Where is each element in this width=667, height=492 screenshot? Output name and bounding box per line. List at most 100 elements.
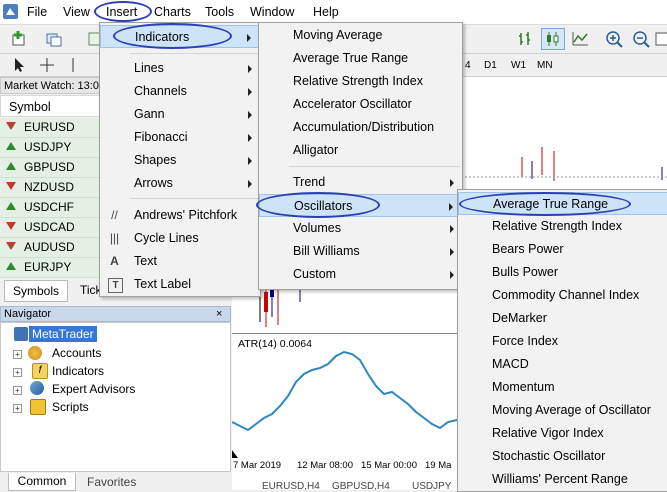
menu-item-oscillators[interactable]: Oscillators [259, 194, 462, 217]
tab-common[interactable]: Common [8, 473, 76, 491]
menu-separator [130, 53, 258, 54]
menu-item-cycle-lines[interactable]: ||| Cycle Lines [100, 227, 260, 250]
expand-icon[interactable]: + [13, 404, 22, 413]
vertical-line-icon[interactable] [62, 55, 84, 75]
tab-favorites[interactable]: Favorites [87, 475, 136, 489]
zoom-out-icon[interactable] [630, 29, 652, 49]
menu-item-gann[interactable]: Gann [100, 103, 260, 126]
menu-item-volumes[interactable]: Volumes [259, 217, 462, 240]
expand-icon[interactable]: + [13, 368, 22, 377]
menu-item-williams-percent-range[interactable]: Williams' Percent Range [458, 468, 667, 491]
menu-item-bears-power[interactable]: Bears Power [458, 238, 667, 261]
symbol-name: USDCAD [24, 220, 75, 234]
menu-item-cci[interactable]: Commodity Channel Index [458, 284, 667, 307]
timeframe-w1[interactable]: W1 [511, 60, 526, 71]
date-label: 7 Mar 2019 [233, 460, 282, 471]
menu-charts[interactable]: Charts [154, 5, 191, 19]
tree-item-indicators[interactable]: Indicators [52, 363, 104, 379]
expand-icon[interactable]: + [13, 350, 22, 359]
menu-item-andrews-pitchfork[interactable]: // Andrews' Pitchfork [100, 204, 260, 227]
zoom-in-icon[interactable] [603, 29, 625, 49]
close-icon[interactable]: × [216, 308, 222, 320]
submenu-arrow-icon [248, 134, 252, 142]
menu-item-lines[interactable]: Lines [100, 57, 260, 80]
menu-help[interactable]: Help [313, 5, 339, 19]
menu-insert[interactable]: Insert [106, 5, 137, 19]
symbol-name: EURUSD [24, 120, 75, 134]
market-watch-row[interactable]: USDCAD [0, 218, 100, 238]
menu-item-arrows[interactable]: Arrows [100, 172, 260, 195]
menu-item-rsi[interactable]: Relative Strength Index [458, 215, 667, 238]
tree-item-expert-advisors[interactable]: Expert Advisors [52, 381, 135, 397]
menu-item-label: Average True Range [493, 197, 609, 211]
crosshair-icon[interactable] [36, 55, 58, 75]
menu-view[interactable]: View [63, 5, 90, 19]
profiles-icon[interactable] [43, 29, 65, 49]
submenu-arrow-icon [450, 179, 454, 187]
menu-item-text[interactable]: A Text [100, 250, 260, 273]
market-watch-row[interactable]: EURJPY [0, 258, 100, 278]
chart-tab[interactable]: GBPUSD,H4 [332, 481, 390, 492]
menu-item-accelerator-oscillator[interactable]: Accelerator Oscillator [259, 93, 462, 116]
menu-item-accumulation-distribution[interactable]: Accumulation/Distribution [259, 116, 462, 139]
menu-item-demarker[interactable]: DeMarker [458, 307, 667, 330]
menu-item-indicators[interactable]: Indicators [100, 25, 260, 48]
menu-tools[interactable]: Tools [205, 5, 234, 19]
menu-item-bulls-power[interactable]: Bulls Power [458, 261, 667, 284]
market-watch-row[interactable]: NZDUSD [0, 178, 100, 198]
market-watch-row[interactable]: GBPUSD [0, 158, 100, 178]
menu-item-bill-williams[interactable]: Bill Williams [259, 240, 462, 263]
new-chart-icon[interactable] [8, 29, 30, 49]
tab-symbols[interactable]: Symbols [4, 280, 68, 302]
menu-item-label: Bears Power [492, 242, 564, 256]
menu-item-moving-average[interactable]: Moving Average [259, 24, 462, 47]
market-watch-row[interactable]: EURUSD [0, 118, 100, 138]
timeframe-mn[interactable]: MN [537, 60, 553, 71]
submenu-arrow-icon [247, 34, 251, 42]
menu-item-alligator[interactable]: Alligator [259, 139, 462, 162]
tree-root-metatrader[interactable]: MetaTrader [29, 326, 97, 342]
menu-item-average-true-range[interactable]: Average True Range [458, 192, 667, 215]
candlestick-chart-icon[interactable] [541, 28, 565, 50]
atr-line [232, 350, 457, 432]
bar-chart-icon[interactable] [515, 29, 537, 49]
atr-indicator-window[interactable]: ATR(14) 0.0064 [232, 333, 457, 476]
menu-item-label: DeMarker [492, 311, 547, 325]
menu-item-rsi[interactable]: Relative Strength Index [259, 70, 462, 93]
submenu-arrow-icon [450, 271, 454, 279]
line-chart-icon[interactable] [569, 29, 591, 49]
menu-item-osma[interactable]: Moving Average of Oscillator [458, 399, 667, 422]
menu-window[interactable]: Window [250, 5, 294, 19]
expand-icon[interactable]: + [13, 386, 22, 395]
timeframe-h4[interactable]: 4 [465, 60, 471, 71]
tree-item-scripts[interactable]: Scripts [52, 399, 89, 415]
menu-item-label: Accumulation/Distribution [293, 120, 435, 134]
menu-file[interactable]: File [27, 5, 47, 19]
timeframe-d1[interactable]: D1 [484, 60, 497, 71]
menu-item-shapes[interactable]: Shapes [100, 149, 260, 172]
cursor-icon[interactable] [8, 55, 30, 75]
menu-item-text-label[interactable]: T Text Label [100, 273, 260, 296]
market-watch-row[interactable]: USDJPY [0, 138, 100, 158]
market-watch-row[interactable]: USDCHF [0, 198, 100, 218]
menu-item-stochastic[interactable]: Stochastic Oscillator [458, 445, 667, 468]
tile-windows-icon[interactable] [654, 29, 667, 49]
submenu-arrow-icon [450, 248, 454, 256]
menu-item-label: Trend [293, 175, 326, 189]
menu-item-momentum[interactable]: Momentum [458, 376, 667, 399]
symbol-column-header[interactable]: Symbol [0, 95, 100, 117]
market-watch-row[interactable]: AUDUSD [0, 238, 100, 258]
menu-item-label: Cycle Lines [134, 231, 199, 245]
chart-tab[interactable]: EURUSD,H4 [262, 481, 320, 492]
menu-item-rvi[interactable]: Relative Vigor Index [458, 422, 667, 445]
chart-tab[interactable]: USDJPY [412, 481, 451, 492]
menu-item-custom[interactable]: Custom [259, 263, 462, 286]
menu-item-fibonacci[interactable]: Fibonacci [100, 126, 260, 149]
tree-item-accounts[interactable]: Accounts [52, 345, 101, 361]
menu-item-trend[interactable]: Trend [259, 171, 462, 194]
menu-item-macd[interactable]: MACD [458, 353, 667, 376]
menu-item-force-index[interactable]: Force Index [458, 330, 667, 353]
menu-item-channels[interactable]: Channels [100, 80, 260, 103]
menu-item-average-true-range[interactable]: Average True Range [259, 47, 462, 70]
price-up-icon [6, 162, 16, 170]
